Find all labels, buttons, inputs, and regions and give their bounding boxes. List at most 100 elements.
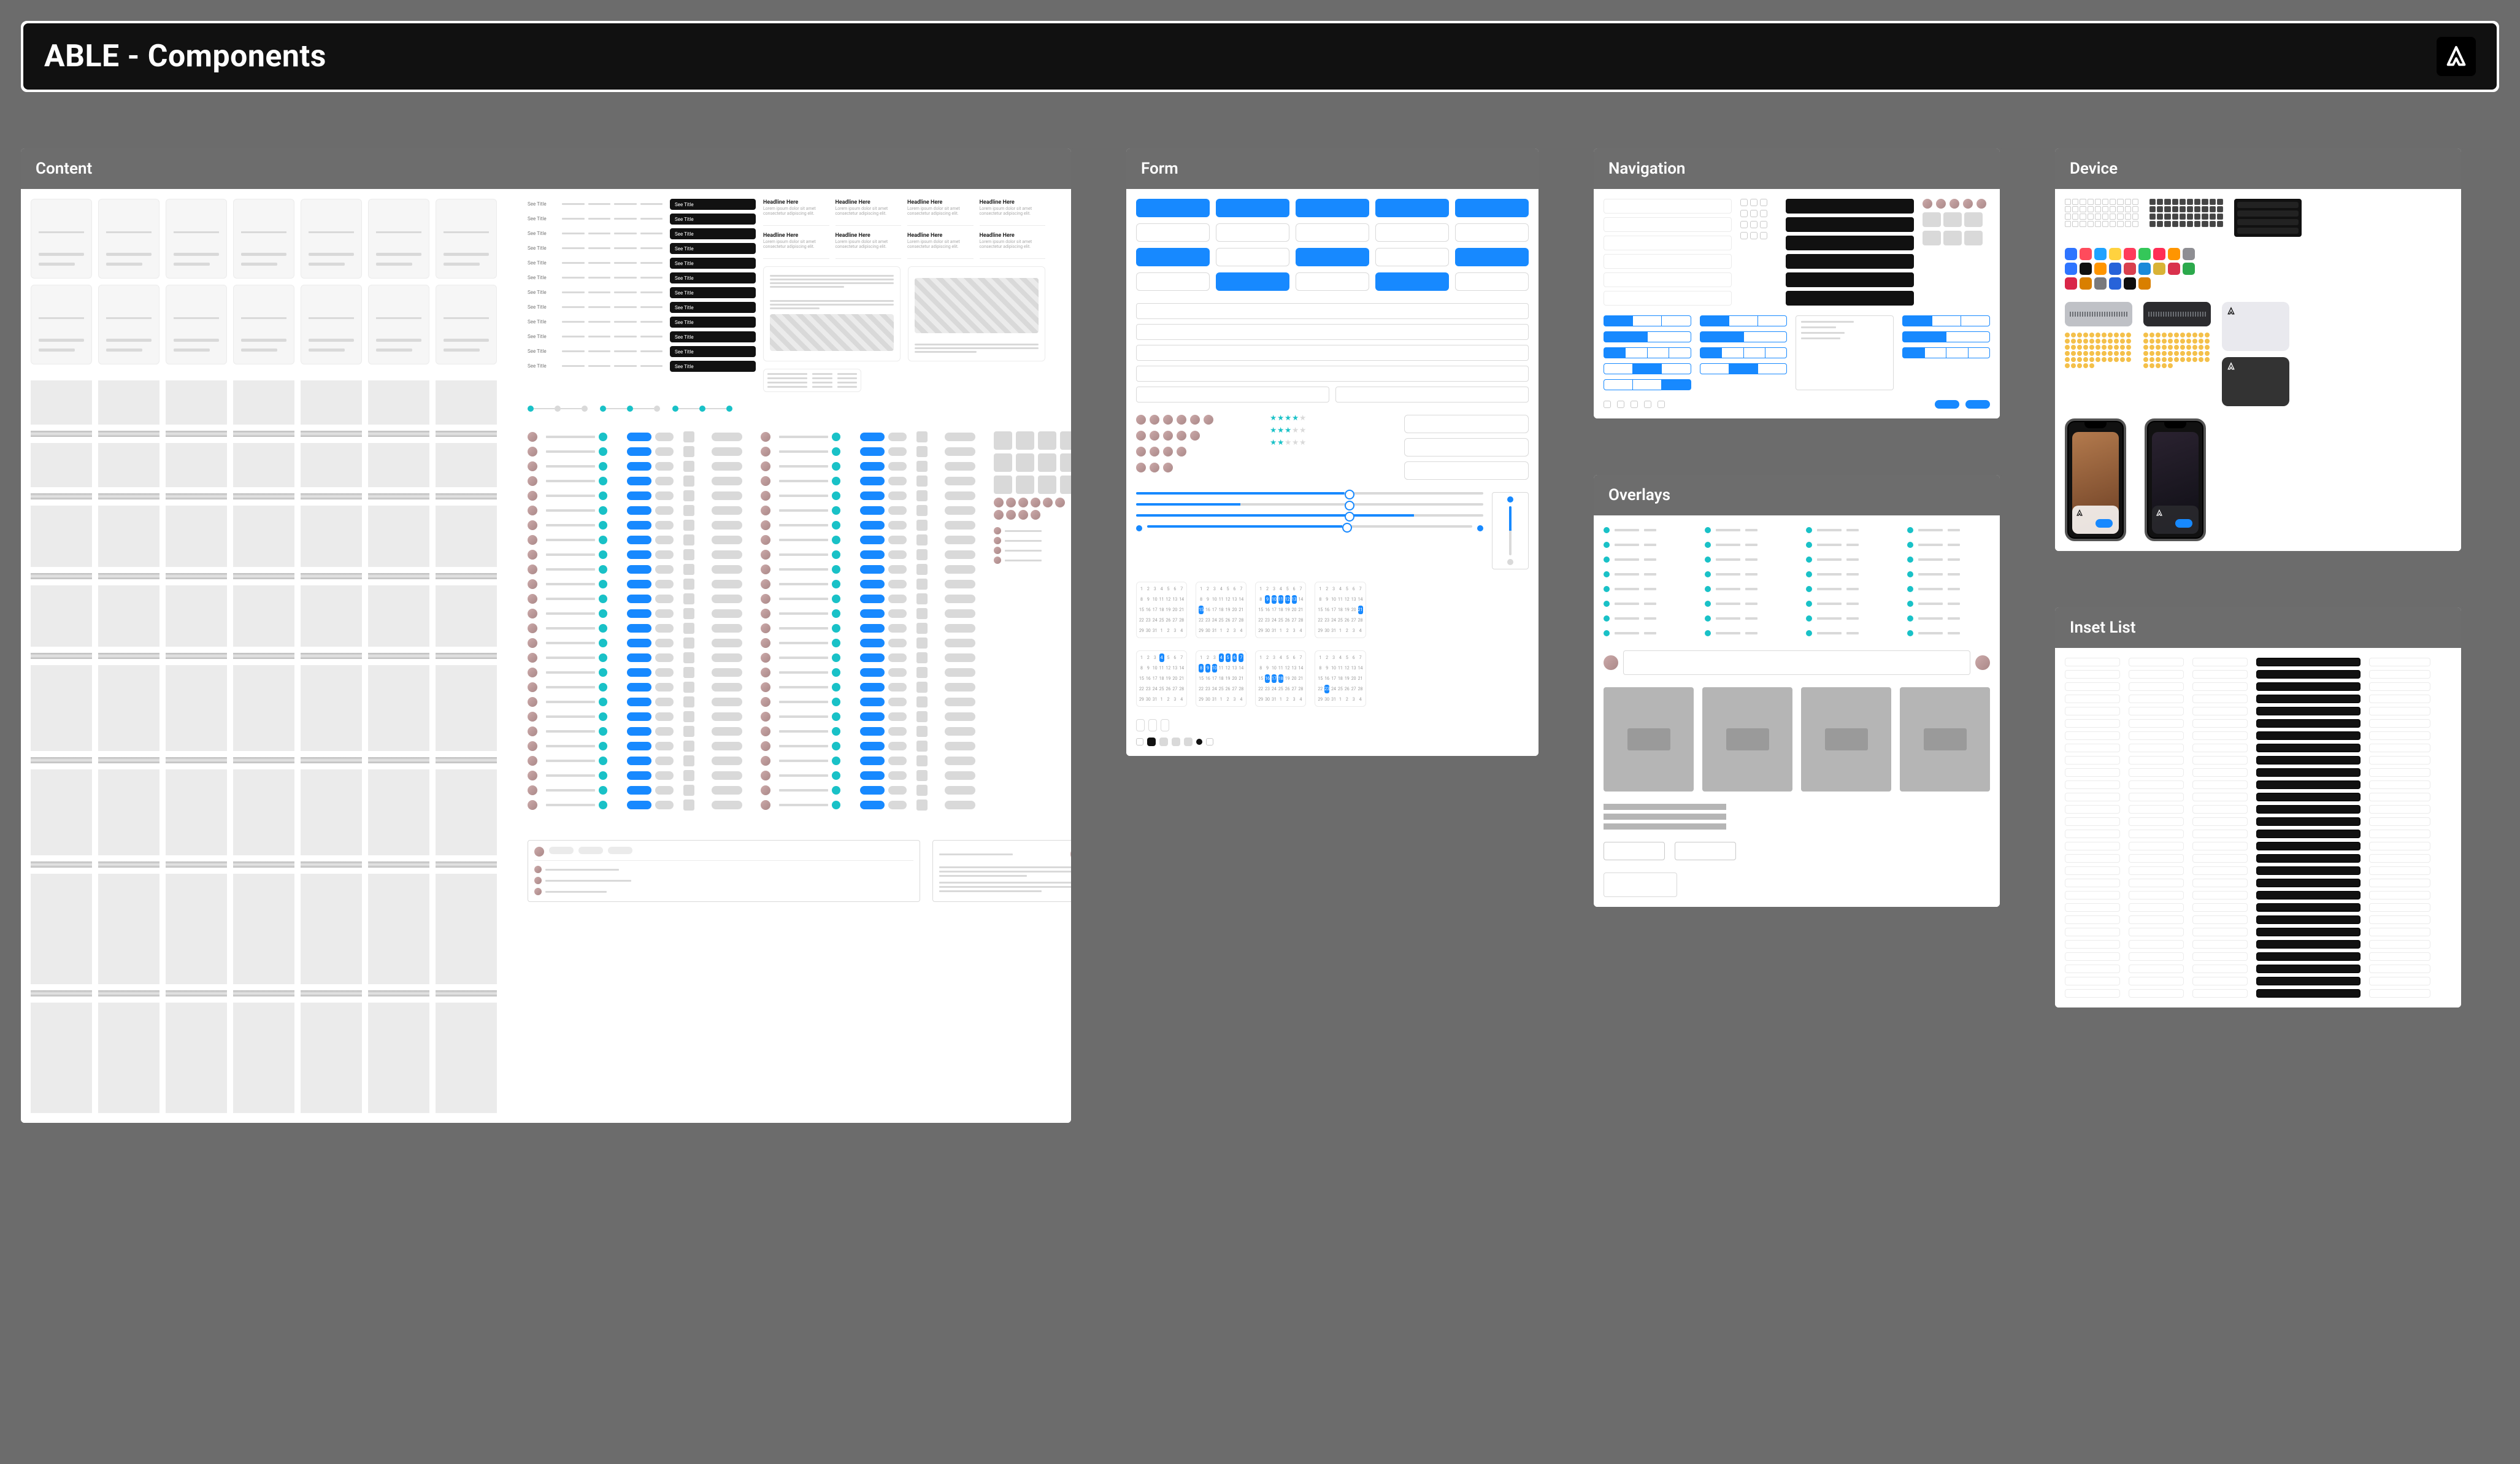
emoji[interactable] (2089, 339, 2094, 344)
list-row[interactable] (761, 461, 981, 472)
chip-blue[interactable] (627, 536, 651, 544)
inset-row[interactable] (2129, 731, 2184, 740)
inset-row[interactable] (2369, 891, 2430, 900)
emoji[interactable] (2162, 339, 2167, 344)
key[interactable] (2149, 221, 2156, 227)
chip-blue[interactable] (627, 462, 651, 471)
calendar-day[interactable]: 17 (1212, 606, 1217, 614)
emoji[interactable] (2168, 363, 2173, 368)
list-row[interactable] (528, 579, 748, 590)
calendar[interactable]: 1234567891011121314151617181920212223242… (1315, 650, 1366, 707)
stepper[interactable] (600, 406, 660, 412)
emoji[interactable] (2186, 357, 2191, 362)
inset-row[interactable] (2256, 879, 2361, 887)
calendar-day[interactable]: 17 (1212, 674, 1217, 683)
calendar-day[interactable]: 25 (1159, 616, 1164, 625)
card[interactable] (98, 199, 159, 279)
calendar-day[interactable]: 20 (1232, 606, 1237, 614)
overlay-list-row[interactable] (1806, 614, 1889, 623)
key[interactable] (2117, 199, 2123, 205)
calendar-day[interactable]: 1 (1278, 695, 1283, 704)
key[interactable] (2210, 214, 2216, 220)
emoji[interactable] (2192, 351, 2197, 356)
calendar-day[interactable]: 15 (1258, 674, 1263, 683)
emoji[interactable] (2180, 357, 2185, 362)
chip-blue[interactable] (627, 683, 651, 692)
emoji[interactable] (2083, 333, 2088, 337)
list-row[interactable] (528, 476, 748, 487)
secondary-button[interactable] (1455, 223, 1529, 242)
inset-row[interactable] (2065, 989, 2120, 998)
app-icon[interactable] (2124, 263, 2136, 275)
inset-row[interactable] (2369, 854, 2430, 863)
calendar-day[interactable]: 14 (1299, 595, 1304, 604)
chip-blue[interactable] (627, 771, 651, 780)
segmented[interactable] (1700, 315, 1788, 326)
calendar-day[interactable]: 31 (1153, 695, 1158, 704)
calendar-day[interactable]: 8 (1258, 664, 1263, 672)
emoji[interactable] (2205, 351, 2210, 356)
calendar-day[interactable]: 29 (1258, 695, 1263, 704)
inset-row[interactable] (2369, 756, 2430, 765)
list-row[interactable] (761, 476, 981, 487)
search-field[interactable] (1604, 873, 1677, 897)
inset-row[interactable] (2065, 670, 2120, 679)
inset-row[interactable] (2369, 977, 2430, 985)
calendar-day[interactable]: 1 (1258, 585, 1263, 593)
calendar-day[interactable]: 22 (1199, 685, 1204, 693)
calendar-day[interactable]: 31 (1153, 626, 1158, 635)
calendar-day[interactable]: 21 (1179, 606, 1184, 614)
calendar-day[interactable]: 23 (1146, 685, 1151, 693)
calendar-day[interactable]: 18 (1278, 606, 1283, 614)
tab[interactable] (549, 847, 574, 854)
calendar-day[interactable]: 11 (1159, 664, 1164, 672)
calendar-day[interactable]: 3 (1153, 653, 1158, 662)
chip-blue[interactable] (860, 698, 885, 706)
calendar-day[interactable]: 6 (1351, 653, 1356, 662)
chip-blue[interactable] (627, 506, 651, 515)
chip-blue[interactable] (860, 491, 885, 500)
emoji[interactable] (2143, 351, 2148, 356)
overlay-list-row[interactable] (1907, 555, 1990, 564)
key[interactable] (2132, 199, 2138, 205)
inset-row[interactable] (2369, 768, 2430, 777)
chip-blue[interactable] (627, 742, 651, 750)
list-row[interactable] (528, 755, 748, 766)
more-icon[interactable] (1750, 210, 1757, 217)
calendar-day[interactable]: 9 (1205, 664, 1210, 672)
emoji[interactable] (2077, 363, 2082, 368)
menu-icon[interactable] (1740, 199, 1748, 206)
calendar-day[interactable]: 4 (1219, 585, 1224, 593)
key[interactable] (2217, 214, 2223, 220)
calendar-day[interactable]: 22 (1139, 616, 1144, 625)
emoji[interactable] (2077, 357, 2082, 362)
inset-row[interactable] (2192, 854, 2248, 863)
calendar-day[interactable]: 10 (1272, 595, 1277, 604)
inset-row[interactable] (2256, 793, 2361, 801)
emoji[interactable] (2156, 363, 2161, 368)
list-row[interactable] (528, 549, 748, 560)
chip-blue[interactable] (860, 595, 885, 603)
calendar-day[interactable]: 4 (1239, 695, 1243, 704)
calendar-day[interactable]: 2 (1146, 585, 1151, 593)
calendar-day[interactable]: 6 (1172, 585, 1177, 593)
list-row[interactable] (528, 667, 748, 678)
navbar-dark[interactable] (1786, 199, 1914, 214)
key[interactable] (2072, 199, 2078, 205)
inset-row[interactable] (2369, 682, 2430, 691)
key[interactable] (2164, 221, 2170, 227)
calendar-day[interactable]: 1 (1159, 626, 1164, 635)
navbar[interactable] (1604, 291, 1732, 306)
calendar-day[interactable]: 12 (1285, 595, 1290, 604)
calendar-day[interactable]: 26 (1226, 685, 1231, 693)
calendar-day[interactable]: 29 (1258, 626, 1263, 635)
emoji[interactable] (2199, 357, 2203, 362)
calendar-day[interactable]: 2 (1226, 626, 1231, 635)
emoji[interactable] (2186, 345, 2191, 350)
calendar-day[interactable]: 25 (1159, 685, 1164, 693)
list-row[interactable] (761, 638, 981, 649)
key[interactable] (2202, 214, 2208, 220)
chip-blue[interactable] (627, 698, 651, 706)
emoji[interactable] (2162, 351, 2167, 356)
inset-row[interactable] (2192, 891, 2248, 900)
